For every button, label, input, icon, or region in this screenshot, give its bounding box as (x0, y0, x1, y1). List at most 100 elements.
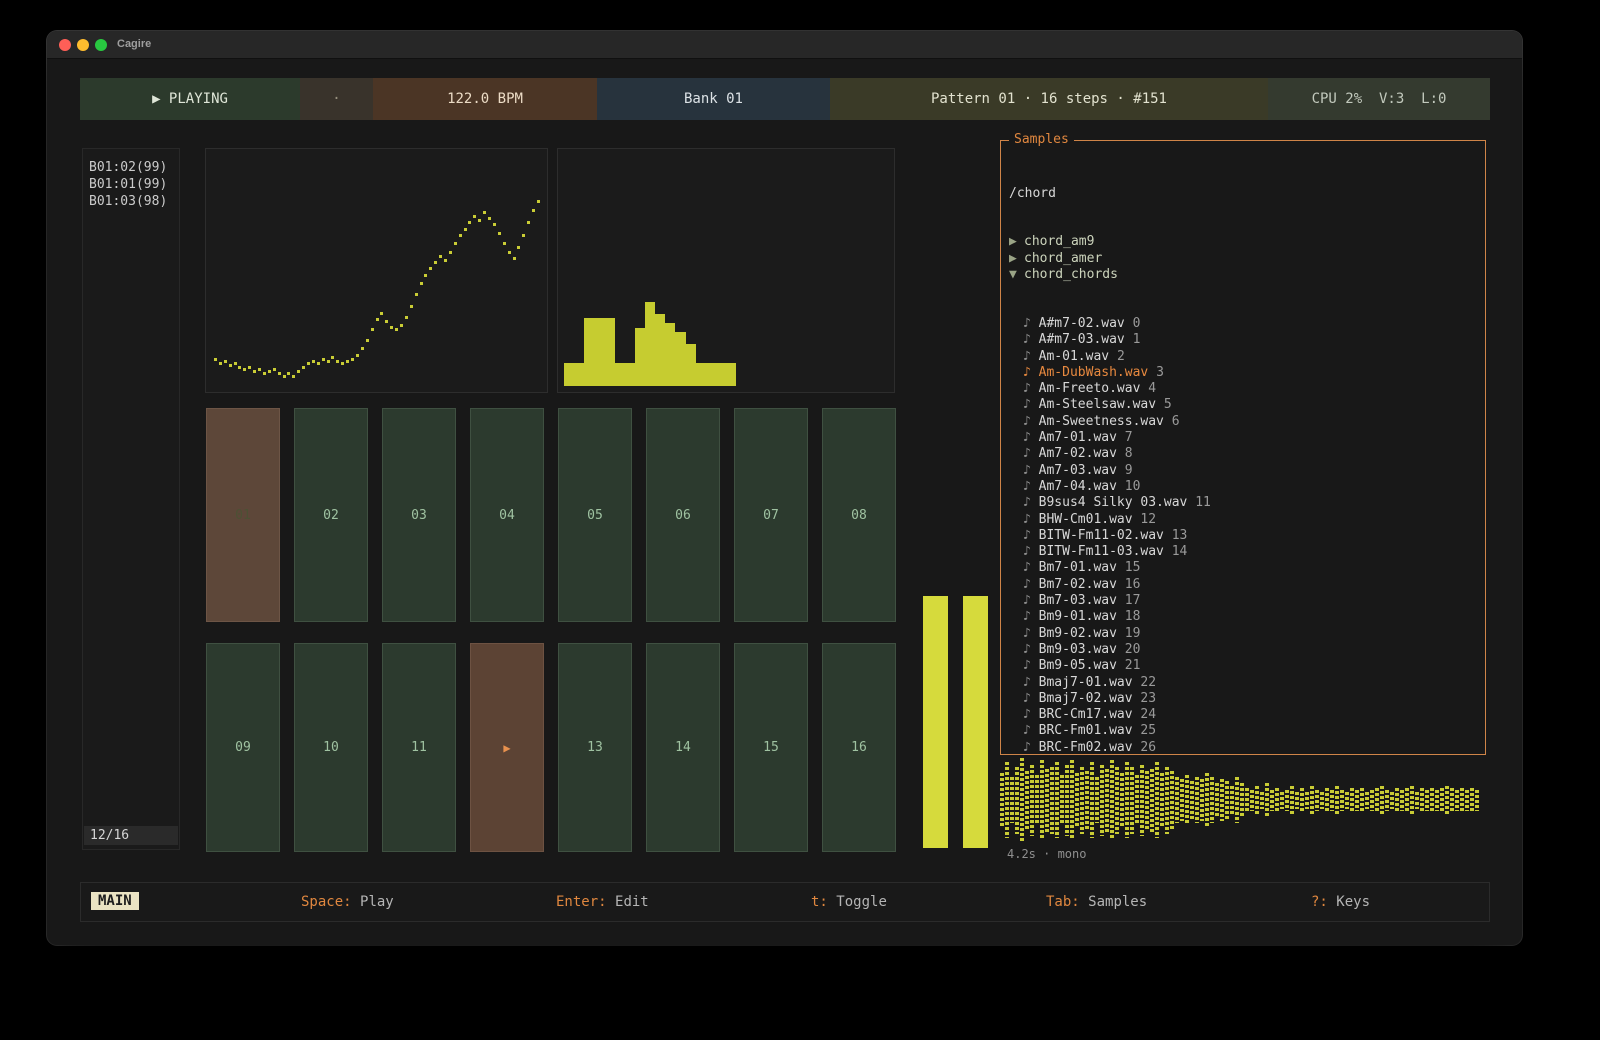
minimize-button[interactable] (77, 39, 89, 51)
sample-file[interactable]: ♪ Am7-02.wav 8 (1009, 446, 1477, 462)
window-title: Cagire (117, 38, 151, 50)
sample-file[interactable]: ♪ Am7-01.wav 7 (1009, 430, 1477, 446)
pad-label: 06 (675, 508, 691, 523)
sample-file[interactable]: ♪ Bm7-03.wav 17 (1009, 593, 1477, 609)
sample-file[interactable]: ♪ A#m7-03.wav 1 (1009, 332, 1477, 348)
file-name: BRC-Fm01.wav (1039, 723, 1141, 738)
pad-6[interactable]: 06 (646, 408, 720, 622)
scatter-dot (258, 368, 261, 371)
file-name: Bmaj7-02.wav (1039, 691, 1141, 706)
pad-8[interactable]: 08 (822, 408, 896, 622)
waveform-column (1360, 788, 1364, 813)
waveform-column (1380, 786, 1384, 815)
sample-file[interactable]: ♪ Bm9-05.wav 21 (1009, 658, 1477, 674)
pad-10[interactable]: 10 (294, 643, 368, 852)
pad-11[interactable]: 11 (382, 643, 456, 852)
pad-2[interactable]: 02 (294, 408, 368, 622)
pad-label: 09 (235, 740, 251, 755)
pad-16[interactable]: 16 (822, 643, 896, 852)
scatter-dot (331, 356, 334, 359)
metronome-dot: · (300, 78, 373, 120)
sample-file[interactable]: ♪ BRC-Fm01.wav 25 (1009, 723, 1477, 739)
waveform-column (1065, 765, 1069, 836)
sample-file[interactable]: ♪ BRC-Cm17.wav 24 (1009, 707, 1477, 723)
scatter-dot (415, 293, 418, 296)
pad-4[interactable]: 04 (470, 408, 544, 622)
note-icon: ♪ (1023, 512, 1039, 527)
sample-file[interactable]: ♪ Am-Sweetness.wav 6 (1009, 414, 1477, 430)
scatter-dot (488, 217, 491, 220)
hint-action: Toggle (836, 894, 887, 910)
note-icon: ♪ (1023, 479, 1039, 494)
scatter-dot (234, 362, 237, 365)
sample-file[interactable]: ♪ Am-Freeto.wav 4 (1009, 381, 1477, 397)
close-button[interactable] (59, 39, 71, 51)
file-name: B9sus4 Silky 03.wav (1039, 495, 1196, 510)
note-icon: ♪ (1023, 430, 1039, 445)
hint-key: Enter: (556, 894, 615, 910)
sample-file[interactable]: ♪ Am-DubWash.wav 3 (1009, 365, 1477, 381)
file-name: Am7-03.wav (1039, 463, 1125, 478)
sample-file[interactable]: ♪ BHW-Cm01.wav 12 (1009, 512, 1477, 528)
pad-12[interactable]: ▶ (470, 643, 544, 852)
sample-file[interactable]: ♪ Am-Steelsaw.wav 5 (1009, 397, 1477, 413)
waveform-column (1155, 762, 1159, 838)
note-icon: ♪ (1023, 642, 1039, 657)
file-name: BITW-Fm11-03.wav (1039, 544, 1172, 559)
folder-chord_amer[interactable]: ▶chord_amer (1009, 251, 1477, 267)
zoom-button[interactable] (95, 39, 107, 51)
note-icon: ♪ (1023, 626, 1039, 641)
sample-file[interactable]: ♪ Bm9-02.wav 19 (1009, 626, 1477, 642)
pad-9[interactable]: 09 (206, 643, 280, 852)
pad-label: 14 (675, 740, 691, 755)
file-name: BITW-Fm11-02.wav (1039, 528, 1172, 543)
sample-file[interactable]: ♪ Bmaj7-01.wav 22 (1009, 675, 1477, 691)
file-name: Am-Freeto.wav (1039, 381, 1149, 396)
sample-file[interactable]: ♪ BITW-Fm11-03.wav 14 (1009, 544, 1477, 560)
file-name: Am7-04.wav (1039, 479, 1125, 494)
scatter-dot (376, 318, 379, 321)
scatter-dot (273, 368, 276, 371)
file-name: Am7-01.wav (1039, 430, 1125, 445)
sample-file[interactable]: ♪ Bmaj7-02.wav 23 (1009, 691, 1477, 707)
sample-file[interactable]: ♪ Bm7-01.wav 15 (1009, 560, 1477, 576)
sample-file[interactable]: ♪ BITW-Fm11-02.wav 13 (1009, 528, 1477, 544)
scatter-dot (317, 362, 320, 365)
sample-file[interactable]: ♪ Am7-04.wav 10 (1009, 479, 1477, 495)
sample-file[interactable]: ♪ Am-01.wav 2 (1009, 349, 1477, 365)
pad-14[interactable]: 14 (646, 643, 720, 852)
file-name: Bm9-03.wav (1039, 642, 1125, 657)
folder-chord_chords[interactable]: ▼chord_chords (1009, 267, 1477, 283)
sample-file[interactable]: ♪ Bm9-03.wav 20 (1009, 642, 1477, 658)
pad-13[interactable]: 13 (558, 643, 632, 852)
sample-file[interactable]: ♪ Bm9-01.wav 18 (1009, 609, 1477, 625)
pad-3[interactable]: 03 (382, 408, 456, 622)
file-index: 5 (1164, 397, 1172, 412)
waveform-column (1425, 790, 1429, 811)
waveform-column (1175, 777, 1179, 823)
note-icon: ♪ (1023, 381, 1039, 396)
sample-file[interactable]: ♪ Bm7-02.wav 16 (1009, 577, 1477, 593)
file-index: 3 (1156, 365, 1164, 380)
sample-file[interactable]: ♪ BRC-Fm02.wav 26 (1009, 740, 1477, 754)
pad-15[interactable]: 15 (734, 643, 808, 852)
sample-file[interactable]: ♪ A#m7-02.wav 0 (1009, 316, 1477, 332)
histogram-bar (615, 363, 625, 386)
note-icon: ♪ (1023, 365, 1039, 380)
scatter-dot (410, 305, 413, 308)
file-index: 26 (1140, 740, 1156, 754)
folder-chord_am9[interactable]: ▶chord_am9 (1009, 234, 1477, 250)
note-icon: ♪ (1023, 593, 1039, 608)
waveform-column (1015, 767, 1019, 834)
scatter-dot (263, 372, 266, 375)
note-icon: ♪ (1023, 609, 1039, 624)
pad-1[interactable]: 01 (206, 408, 280, 622)
sample-file[interactable]: ♪ Am7-03.wav 9 (1009, 463, 1477, 479)
sample-file[interactable]: ♪ B9sus4 Silky 03.wav 11 (1009, 495, 1477, 511)
samples-panel[interactable]: Samples /chord ▶chord_am9▶chord_amer▼cho… (1000, 140, 1486, 755)
pad-5[interactable]: 05 (558, 408, 632, 622)
pad-7[interactable]: 07 (734, 408, 808, 622)
waveform-column (1430, 788, 1434, 813)
note-icon: ♪ (1023, 675, 1039, 690)
note-icon: ♪ (1023, 723, 1039, 738)
